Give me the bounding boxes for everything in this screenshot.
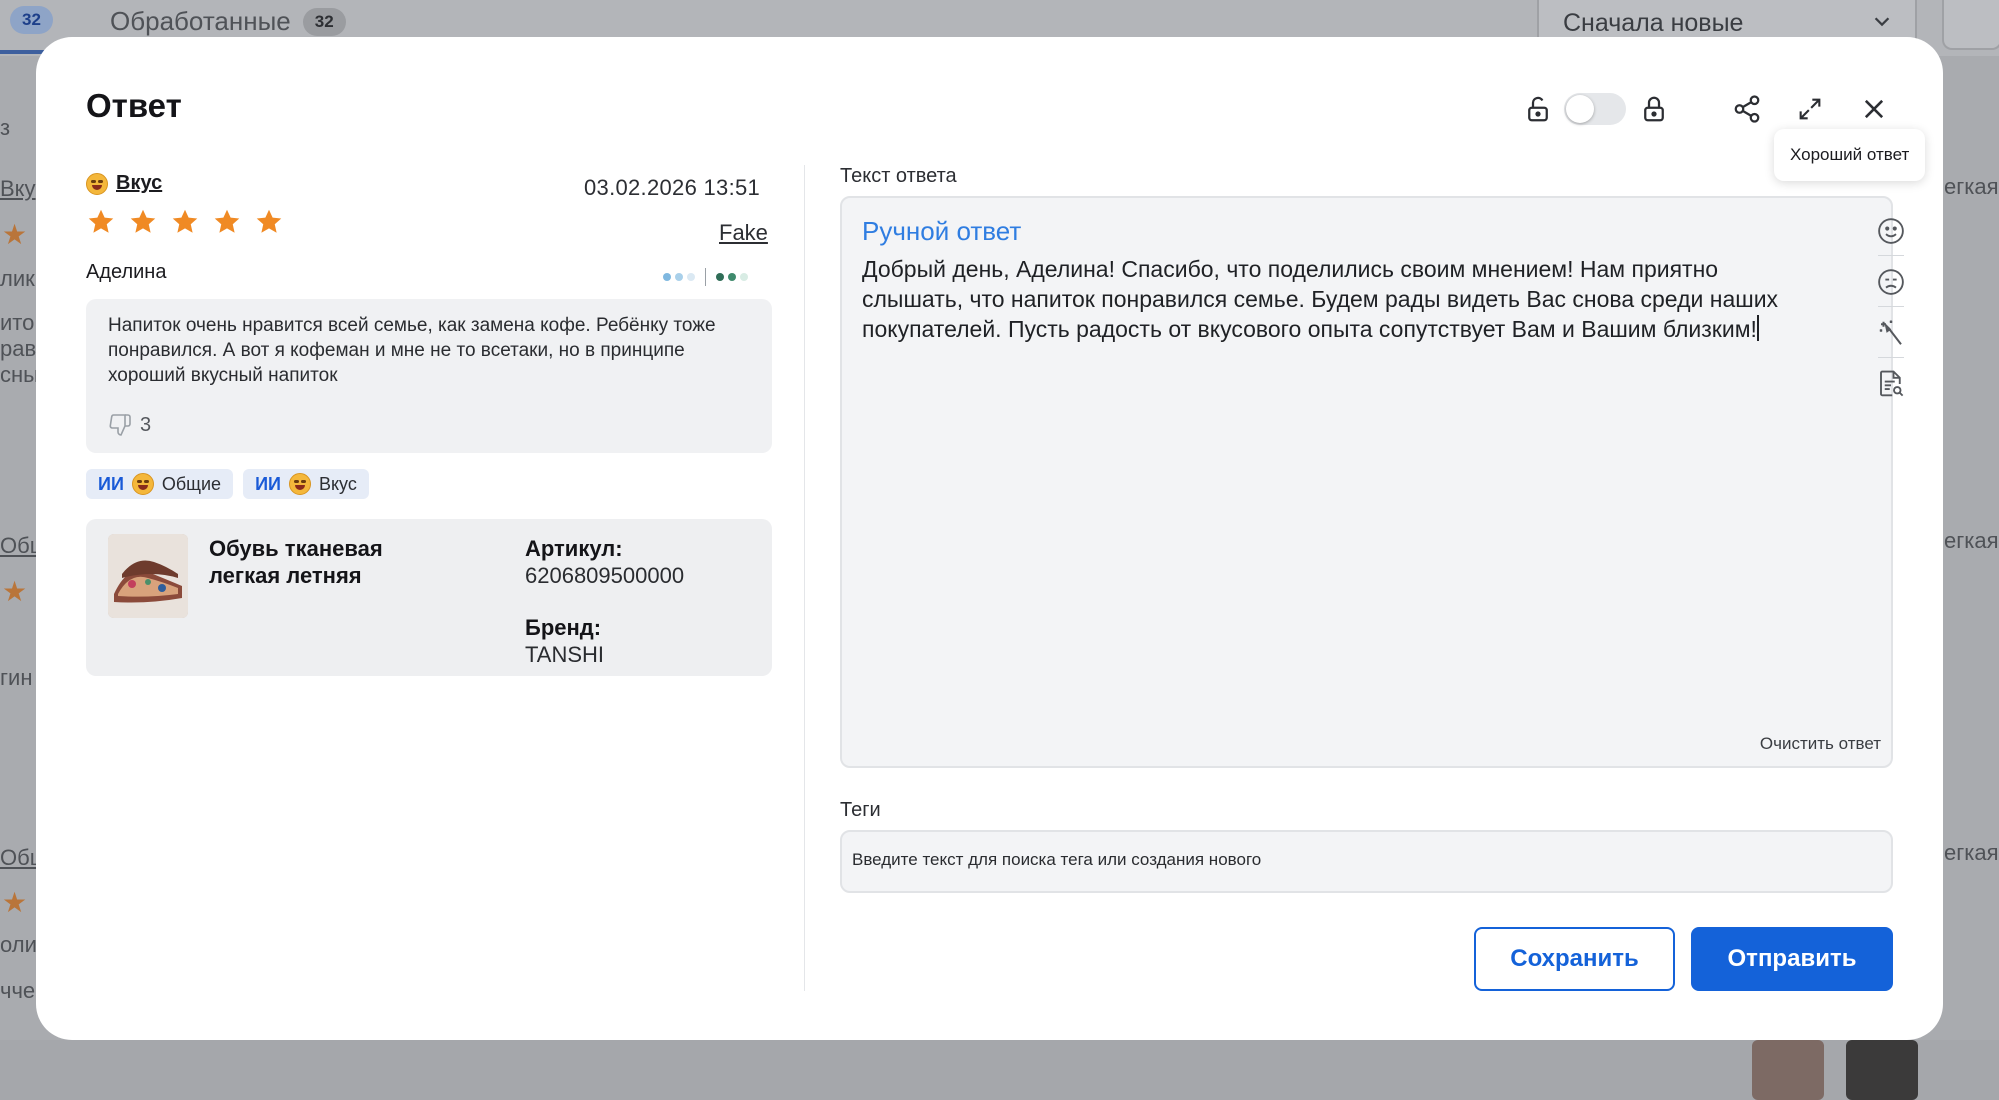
- product-card: Обувь тканевая легкая летняя Артикул: 62…: [86, 519, 772, 676]
- brand-value: TANSHI: [525, 642, 605, 667]
- answer-label: Текст ответа: [840, 165, 957, 187]
- star-eyes-emoji-icon: [288, 473, 311, 495]
- background-star-icon: ★: [2, 887, 28, 918]
- chip-general[interactable]: ИИ Общие: [86, 469, 234, 499]
- answer-text[interactable]: Добрый день, Аделина! Спасибо, что подел…: [862, 254, 1812, 344]
- star-icon: [88, 209, 114, 233]
- article-value: 6206809500000: [525, 563, 685, 588]
- magic-wand-icon[interactable]: [1873, 315, 1909, 351]
- chip-taste[interactable]: ИИ Вкус: [243, 469, 369, 499]
- fake-link[interactable]: Fake: [719, 220, 768, 246]
- status-dot: [687, 273, 695, 281]
- review-text-box: Напиток очень нравится всей семье, как з…: [86, 299, 772, 453]
- tool-separator: [1878, 306, 1904, 307]
- background-tab-label: Обработанные: [110, 6, 291, 36]
- modal-title: Ответ: [86, 87, 182, 124]
- background-calendar-button: [1942, 0, 1999, 50]
- chip-ai-label: ИИ: [255, 473, 281, 494]
- status-dot: [728, 273, 736, 281]
- status-dots: [663, 268, 748, 286]
- background-fragment: гин: [0, 665, 33, 690]
- status-dot: [716, 273, 724, 281]
- background-fragment: з: [0, 115, 11, 140]
- background-tab-count: 32: [10, 6, 53, 34]
- background-product-thumb: [1752, 1040, 1824, 1100]
- review-category[interactable]: Вкус: [86, 172, 162, 195]
- product-name: Обувь тканевая легкая летняя: [209, 536, 383, 588]
- lock-icon[interactable]: [1636, 91, 1672, 127]
- answer-tools: [1873, 213, 1909, 416]
- star-icon: [256, 209, 282, 233]
- dislike-count: 3: [140, 413, 152, 436]
- tool-separator: [1878, 357, 1904, 358]
- background-fragment: егкая: [1944, 840, 1999, 865]
- background-fragment: сны: [0, 362, 39, 387]
- chip-label: Общие: [161, 473, 222, 494]
- rating-stars: [86, 207, 284, 237]
- review-category-label: Вкус: [116, 172, 163, 194]
- product-article: Артикул: 6206809500000: [525, 535, 684, 589]
- status-dot: [675, 273, 683, 281]
- chip-label: Вкус: [318, 473, 357, 494]
- text-cursor: [1756, 315, 1759, 341]
- frown-icon[interactable]: [1873, 264, 1909, 300]
- review-author: Аделина: [86, 261, 167, 283]
- background-fragment: егкая: [1944, 528, 1999, 553]
- background-product-thumb: [1846, 1040, 1918, 1100]
- background-tab-all: 32: [10, 6, 53, 34]
- star-icon: [130, 209, 156, 233]
- answer-textarea[interactable]: Ручной ответ Добрый день, Аделина! Спаси…: [840, 196, 1904, 768]
- background-fragment: оли: [0, 932, 37, 957]
- background-fragment: рав: [0, 336, 37, 361]
- close-icon[interactable]: [1856, 91, 1892, 127]
- clear-answer-link[interactable]: Очистить ответ: [1760, 734, 1881, 754]
- column-divider: [804, 165, 805, 991]
- product-brand: Бренд: TANSHI: [525, 614, 604, 668]
- tooltip-good-answer: Хороший ответ: [1774, 129, 1926, 181]
- save-button[interactable]: Сохранить: [1474, 927, 1675, 991]
- background-tab-processed: Обработанные 32: [110, 6, 346, 37]
- share-icon[interactable]: [1729, 91, 1765, 127]
- background-fragment: егкая: [1944, 174, 1999, 199]
- answer-modal: Ответ Хороший ответ Вкус 03.02.2026 13:5…: [36, 37, 1943, 1040]
- toggle-knob: [1566, 95, 1594, 123]
- expand-icon[interactable]: [1792, 91, 1828, 127]
- tags-search-input[interactable]: Введите текст для поиска тега или создан…: [840, 830, 1893, 893]
- background-bottom-row: [0, 1040, 1999, 1100]
- smile-icon[interactable]: [1873, 213, 1909, 249]
- chevron-down-icon: [1874, 17, 1890, 27]
- unlock-icon[interactable]: [1520, 91, 1556, 127]
- star-eyes-emoji-icon: [86, 172, 108, 195]
- ai-tag-chips: ИИ Общие ИИ Вкус: [86, 469, 369, 499]
- product-image: [108, 534, 188, 618]
- status-dot: [663, 273, 671, 281]
- review-date: 03.02.2026 13:51: [584, 175, 761, 200]
- background-fragment: лик: [0, 266, 35, 291]
- dots-separator: [705, 268, 706, 286]
- star-icon: [214, 209, 240, 233]
- background-star-icon: ★: [2, 576, 28, 607]
- background-tab-count: 32: [302, 7, 346, 36]
- document-search-icon[interactable]: [1873, 366, 1909, 402]
- status-dot: [740, 273, 748, 281]
- review-text: Напиток очень нравится всей семье, как з…: [108, 315, 716, 386]
- thumbs-down-icon: [109, 414, 131, 436]
- answer-type: Ручной ответ: [862, 216, 1022, 246]
- tags-label: Теги: [840, 799, 881, 821]
- brand-label: Бренд:: [525, 615, 602, 640]
- article-label: Артикул:: [525, 536, 623, 561]
- lock-toggle[interactable]: [1564, 93, 1626, 125]
- background-sort-label: Сначала новые: [1563, 8, 1744, 37]
- send-button[interactable]: Отправить: [1691, 927, 1893, 991]
- star-icon: [172, 209, 198, 233]
- background-fragment: Вку: [0, 176, 36, 201]
- background-fragment: ито: [0, 310, 35, 335]
- dislike-counter[interactable]: 3: [108, 413, 151, 437]
- chip-ai-label: ИИ: [98, 473, 124, 494]
- star-eyes-emoji-icon: [131, 473, 154, 495]
- tool-separator: [1878, 255, 1904, 256]
- background-star-icon: ★: [2, 219, 28, 250]
